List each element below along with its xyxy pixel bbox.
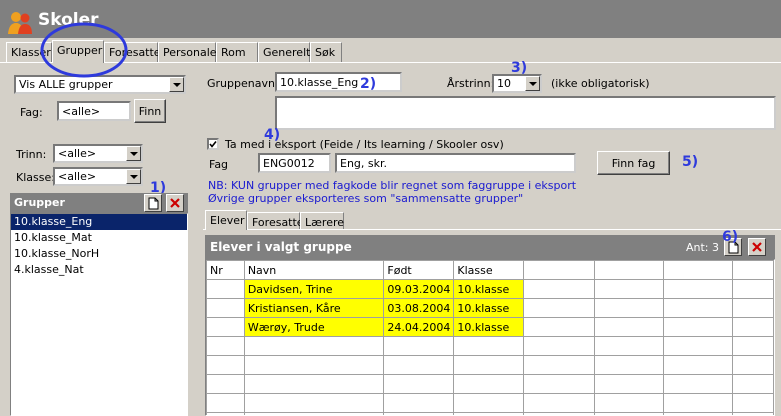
col-klasse[interactable]: Klasse bbox=[453, 260, 525, 280]
checkbox-icon bbox=[209, 141, 217, 148]
list-item[interactable]: 4.klasse_Nat bbox=[11, 262, 187, 278]
table-row[interactable]: Kristiansen, Kåre 03.08.2004 10.klasse bbox=[206, 298, 774, 318]
student-count: Ant: 3 bbox=[686, 241, 720, 254]
table-row[interactable]: Davidsen, Trine 09.03.2004 10.klasse bbox=[206, 279, 774, 299]
cell-empty[interactable] bbox=[732, 317, 774, 337]
col-navn[interactable]: Navn bbox=[243, 260, 385, 280]
fag-filter-input[interactable]: <alle> bbox=[57, 101, 131, 121]
students-table: Nr Navn Født Klasse Davidsen, Trine 09.03… bbox=[206, 260, 774, 415]
gruppenavn-input[interactable]: 10.klasse_Eng bbox=[275, 72, 402, 92]
annotation-5: 5) bbox=[682, 154, 699, 170]
groups-list[interactable]: 10.klasse_Eng 10.klasse_Mat 10.klasse_NorH… bbox=[10, 213, 188, 416]
cell-empty[interactable] bbox=[732, 279, 774, 299]
list-item[interactable]: 10.klasse_NorH bbox=[11, 246, 187, 262]
students-header-title: Elever i valgt gruppe bbox=[210, 240, 352, 254]
ikke-obligatorisk-label: (ikke obligatorisk) bbox=[551, 77, 650, 90]
klasse-label: Klasse: bbox=[16, 171, 55, 184]
subtab-laerere[interactable]: Lærere bbox=[300, 212, 344, 230]
fag-code-input[interactable]: ENG0012 bbox=[258, 153, 331, 173]
fag-label: Fag bbox=[209, 158, 229, 171]
eksport-checkbox[interactable] bbox=[207, 138, 219, 150]
highlight-circle bbox=[40, 22, 128, 78]
finn-button[interactable]: Finn bbox=[134, 99, 166, 123]
delete-group-button[interactable] bbox=[166, 194, 184, 212]
users-icon bbox=[8, 12, 32, 34]
remove-student-button[interactable] bbox=[748, 238, 766, 256]
cell-nr[interactable] bbox=[206, 317, 245, 337]
klasse-combo[interactable]: <alle> bbox=[53, 167, 143, 186]
subtab-elever[interactable]: Elever bbox=[205, 210, 247, 230]
note-line-1: NB: KUN grupper med fagkode blir regnet … bbox=[208, 179, 577, 192]
cell-fodt[interactable]: 09.03.2004 bbox=[383, 279, 455, 299]
tab-sok[interactable]: Søk bbox=[310, 42, 342, 62]
col-fodt[interactable]: Født bbox=[383, 260, 455, 280]
fag-name-input[interactable]: Eng, skr. bbox=[335, 153, 576, 173]
cell-empty[interactable] bbox=[593, 317, 664, 337]
cell-empty[interactable] bbox=[593, 298, 664, 318]
table-row[interactable]: Wærøy, Trude 24.04.2004 10.klasse bbox=[206, 317, 774, 337]
tab-personale[interactable]: Personale bbox=[158, 42, 217, 62]
new-group-button[interactable] bbox=[144, 194, 162, 212]
tab-generelt[interactable]: Generelt bbox=[258, 42, 310, 62]
tab-rom[interactable]: Rom bbox=[216, 42, 258, 62]
cell-klasse[interactable]: 10.klasse bbox=[453, 317, 525, 337]
list-item[interactable]: 10.klasse_Mat bbox=[11, 230, 187, 246]
cell-empty[interactable] bbox=[593, 279, 664, 299]
annotation-2: 2) bbox=[360, 76, 377, 92]
students-grid[interactable]: Nr Navn Født Klasse Davidsen, Trine 09.03… bbox=[205, 259, 775, 416]
note-line-2: Øvrige grupper eksporteres som "sammensa… bbox=[208, 192, 524, 205]
annotation-4: 4) bbox=[264, 127, 281, 143]
trinn-label: Trinn: bbox=[16, 148, 47, 161]
cell-nr[interactable] bbox=[206, 279, 245, 299]
col-nr[interactable]: Nr bbox=[206, 260, 245, 280]
cell-navn[interactable]: Kristiansen, Kåre bbox=[243, 298, 385, 318]
arstrinn-label: Årstrinn: bbox=[447, 77, 495, 90]
cell-fodt[interactable]: 24.04.2004 bbox=[383, 317, 455, 337]
new-document-icon bbox=[148, 197, 158, 209]
cell-empty[interactable] bbox=[523, 317, 595, 337]
cell-empty[interactable] bbox=[662, 317, 734, 337]
cell-navn[interactable]: Wærøy, Trude bbox=[243, 317, 385, 337]
subtab-foresatte[interactable]: Foresatte bbox=[247, 212, 304, 230]
cell-empty[interactable] bbox=[662, 298, 734, 318]
cell-klasse[interactable]: 10.klasse bbox=[453, 279, 525, 299]
list-item[interactable]: 10.klasse_Eng bbox=[11, 214, 187, 230]
dropdown-arrow-icon[interactable] bbox=[126, 146, 141, 161]
cell-klasse[interactable]: 10.klasse bbox=[453, 298, 525, 318]
annotation-6: 6) bbox=[722, 229, 739, 245]
finn-fag-button[interactable]: Finn fag bbox=[597, 151, 670, 175]
cell-empty[interactable] bbox=[662, 279, 734, 299]
cell-empty[interactable] bbox=[523, 298, 595, 318]
dropdown-arrow-icon[interactable] bbox=[525, 76, 540, 91]
delete-icon bbox=[170, 198, 180, 208]
cell-fodt[interactable]: 03.08.2004 bbox=[383, 298, 455, 318]
cell-navn[interactable]: Davidsen, Trine bbox=[243, 279, 385, 299]
description-textarea[interactable] bbox=[275, 96, 776, 130]
table-header-row: Nr Navn Født Klasse bbox=[206, 260, 774, 280]
delete-icon bbox=[752, 242, 762, 252]
dropdown-arrow-icon[interactable] bbox=[169, 77, 184, 92]
arstrinn-combo[interactable]: 10 bbox=[492, 74, 542, 93]
trinn-combo[interactable]: <alle> bbox=[53, 144, 143, 163]
dropdown-arrow-icon[interactable] bbox=[126, 169, 141, 184]
cell-empty[interactable] bbox=[732, 298, 774, 318]
fag-filter-label: Fag: bbox=[20, 106, 43, 119]
gruppenavn-label: Gruppenavn: bbox=[207, 77, 279, 90]
cell-nr[interactable] bbox=[206, 298, 245, 318]
cell-empty[interactable] bbox=[523, 279, 595, 299]
